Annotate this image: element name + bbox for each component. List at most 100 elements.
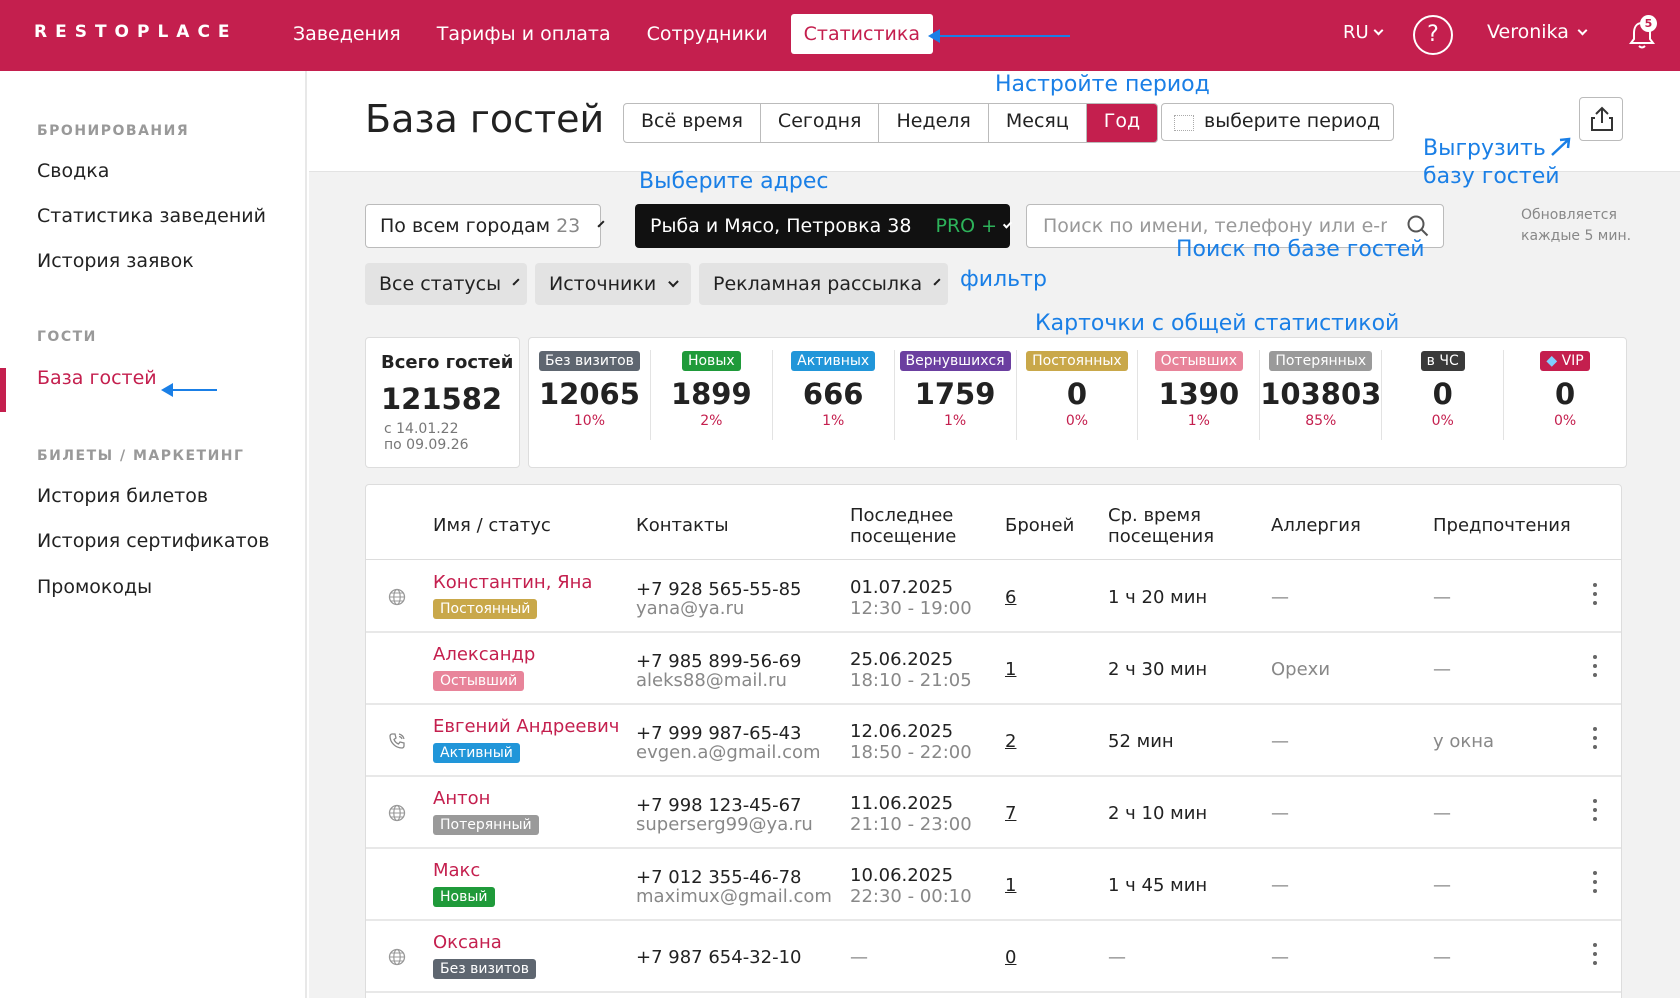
stat-card[interactable]: Потерянных 103803 85% — [1260, 350, 1383, 440]
stat-card[interactable]: Без визитов 12065 10% — [529, 350, 651, 440]
header-contacts[interactable]: Контакты — [636, 515, 729, 536]
table-row[interactable]: Макс Новый +7 012 355-46-78 maximux@gmail.c… — [366, 849, 1621, 921]
stat-percent: 10% — [573, 413, 605, 429]
stat-card[interactable]: Остывших 1390 1% — [1138, 350, 1261, 440]
status-badge: Остывший — [433, 671, 525, 691]
guest-name[interactable]: Оксана — [433, 932, 502, 953]
nav-staff[interactable]: Сотрудники — [634, 14, 781, 54]
stat-value: 0 — [1066, 377, 1088, 411]
allergy: — — [1271, 875, 1289, 896]
sidebar-item-request-history[interactable]: История заявок — [37, 250, 194, 272]
stat-percent: 0% — [1431, 413, 1454, 429]
guest-name[interactable]: Макс — [433, 860, 480, 881]
phone-icon — [388, 732, 406, 750]
preferences: — — [1433, 803, 1451, 824]
bookings-link[interactable]: 1 — [1005, 875, 1016, 896]
bookings-link[interactable]: 2 — [1005, 731, 1016, 752]
guest-phone: +7 987 654-32-10 — [636, 947, 802, 968]
sidebar-item-venue-stats[interactable]: Статистика заведений — [37, 205, 266, 227]
city-dropdown[interactable]: По всем городам 23 — [365, 204, 605, 248]
annotation-arrow-left-icon — [928, 29, 1070, 43]
venue-dropdown[interactable]: Рыба и Мясо, Петровка 38 PRO + — [635, 204, 1013, 248]
header-allergy[interactable]: Аллергия — [1271, 515, 1361, 536]
last-visit-date: 12.06.2025 — [850, 721, 954, 742]
sidebar-active-indicator — [0, 368, 6, 412]
last-visit-time: 18:10 - 21:05 — [850, 670, 972, 691]
bookings-link[interactable]: 0 — [1005, 947, 1016, 968]
bookings-link[interactable]: 1 — [1005, 659, 1016, 680]
sidebar-item-guest-base[interactable]: База гостей — [37, 367, 157, 389]
avg-visit-time: 52 мин — [1108, 731, 1174, 752]
guest-name[interactable]: Антон — [433, 788, 490, 809]
period-year[interactable]: Год — [1086, 104, 1158, 142]
last-visit-date: 11.06.2025 — [850, 793, 954, 814]
period-month[interactable]: Месяц — [989, 104, 1087, 142]
sidebar-item-promocodes[interactable]: Промокоды — [37, 576, 152, 598]
header-bookings[interactable]: Броней — [1005, 515, 1074, 536]
last-visit-date: 25.06.2025 — [850, 649, 954, 670]
more-options-icon[interactable] — [1591, 655, 1599, 683]
annotation-filter: фильтр — [960, 267, 1047, 292]
guest-name[interactable]: Евгений Андреевич — [433, 716, 619, 737]
allergy: — — [1271, 803, 1289, 824]
diamond-icon: ◆ — [1546, 353, 1562, 369]
table-row[interactable]: Евгений Андреевич Активный +7 999 987-65-4… — [366, 705, 1621, 777]
more-options-icon[interactable] — [1591, 943, 1599, 971]
sidebar-item-summary[interactable]: Сводка — [37, 160, 109, 182]
annotation-period: Настройте период — [995, 72, 1210, 97]
avg-visit-time: 2 ч 10 мин — [1108, 803, 1208, 824]
guest-name[interactable]: Александр — [433, 644, 535, 665]
period-all-time[interactable]: Всё время — [624, 104, 761, 142]
help-button[interactable]: ? — [1413, 15, 1453, 55]
stat-card[interactable]: ◆ VIP 0 0% — [1504, 350, 1626, 440]
status-filter-label: Все статусы — [379, 273, 502, 295]
stat-card[interactable]: Вернувшихся 1759 1% — [895, 350, 1017, 440]
bookings-link[interactable]: 6 — [1005, 587, 1016, 608]
stat-card[interactable]: Новых 1899 2% — [651, 350, 773, 440]
main-nav: Заведения Тарифы и оплата Сотрудники Ста… — [280, 14, 943, 54]
nav-tariffs[interactable]: Тарифы и оплата — [424, 14, 624, 54]
table-row[interactable]: Оксана Без визитов +7 987 654-32-10 — 0 — — — — [366, 921, 1621, 993]
guest-email: evgen.a@gmail.com — [636, 742, 821, 763]
header-last-visit-line-1: Последнее — [850, 505, 954, 526]
more-options-icon[interactable] — [1591, 871, 1599, 899]
stat-card[interactable]: в ЧС 0 0% — [1382, 350, 1505, 440]
guest-phone: +7 012 355-46-78 — [636, 867, 802, 888]
sources-filter[interactable]: Источники — [535, 263, 691, 305]
nav-statistics[interactable]: Статистика — [790, 14, 934, 54]
period-picker[interactable]: выберите период — [1161, 103, 1394, 141]
update-note: Обновляется каждые 5 мин. — [1521, 205, 1631, 247]
plan-badge: PRO + — [935, 215, 998, 237]
stat-card[interactable]: Активных 666 1% — [773, 350, 895, 440]
more-options-icon[interactable] — [1591, 727, 1599, 755]
stat-value: 0 — [1432, 377, 1453, 411]
table-row[interactable]: Константин, Яна Постоянный +7 928 565-55-8… — [366, 561, 1621, 633]
logo[interactable]: RESTOPLACE — [34, 22, 238, 42]
header-name[interactable]: Имя / статус — [433, 515, 551, 536]
header-preferences[interactable]: Предпочтения — [1433, 515, 1571, 536]
total-guests-label: Всего гостей — [381, 352, 514, 373]
status-filter[interactable]: Все статусы — [365, 263, 527, 305]
nav-venues[interactable]: Заведения — [280, 14, 414, 54]
bookings-link[interactable]: 7 — [1005, 803, 1016, 824]
update-note-line-1: Обновляется — [1521, 207, 1617, 223]
user-menu[interactable]: Veronika — [1487, 21, 1588, 43]
stat-label-badge: Постоянных — [1026, 351, 1128, 371]
period-week[interactable]: Неделя — [879, 104, 989, 142]
period-today[interactable]: Сегодня — [761, 104, 880, 142]
header-avg-time[interactable]: Ср. время посещения — [1108, 505, 1214, 547]
sidebar-item-certificate-history[interactable]: История сертификатов — [37, 530, 269, 552]
sidebar-item-ticket-history[interactable]: История билетов — [37, 485, 208, 507]
search-icon[interactable] — [1407, 215, 1429, 237]
last-visit-date: 01.07.2025 — [850, 577, 954, 598]
table-row[interactable]: Антон Потерянный +7 998 123-45-67 superserg… — [366, 777, 1621, 849]
mailing-filter[interactable]: Рекламная рассылка — [699, 263, 948, 305]
more-options-icon[interactable] — [1591, 799, 1599, 827]
header-last-visit[interactable]: Последнее посещение — [850, 505, 956, 547]
more-options-icon[interactable] — [1591, 583, 1599, 611]
table-row[interactable]: Александр Остывший +7 985 899-56-69 aleks88… — [366, 633, 1621, 705]
guest-name[interactable]: Константин, Яна — [433, 572, 592, 593]
stat-card[interactable]: Постоянных 0 0% — [1017, 350, 1139, 440]
export-button[interactable] — [1579, 97, 1623, 141]
language-select[interactable]: RU — [1343, 22, 1384, 43]
